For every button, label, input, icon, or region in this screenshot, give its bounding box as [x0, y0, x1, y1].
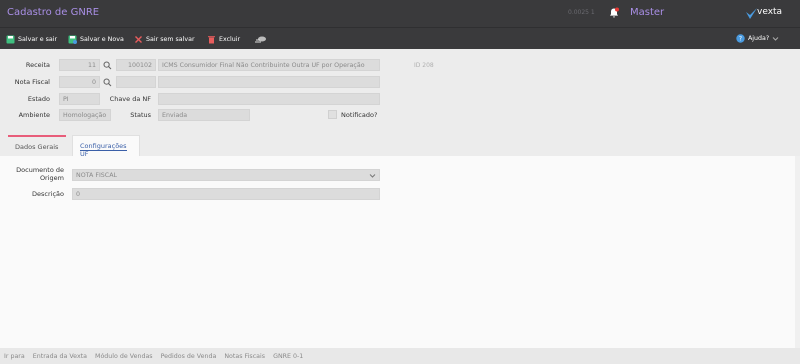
save-new-label: Salvar e Nova — [80, 36, 124, 43]
vexta-logo-text: vexta — [757, 7, 783, 17]
svg-text:?: ? — [739, 36, 742, 43]
search-icon[interactable] — [103, 78, 112, 87]
nota-fiscal-description-field — [158, 76, 380, 88]
estado-field: PI — [59, 93, 100, 105]
documento-origem-label-line1: Documento de — [16, 166, 64, 174]
nota-fiscal-input[interactable]: 0 — [59, 76, 100, 88]
tab-bar: Dados Gerais Configurações UF — [0, 131, 800, 159]
save-icon — [6, 35, 15, 44]
vertical-scrollbar[interactable] — [795, 156, 800, 348]
receita-input[interactable]: 11 — [59, 59, 100, 71]
breadcrumb: Ir para Entrada da Vexta Módulo de Venda… — [0, 348, 800, 364]
search-icon[interactable] — [103, 61, 112, 70]
breadcrumb-item[interactable]: Pedidos de Venda — [161, 353, 217, 360]
breadcrumb-current: GNRE 0-1 — [273, 352, 304, 360]
user-menu[interactable]: Master — [630, 7, 664, 18]
breadcrumb-item[interactable]: Notas Fiscais — [224, 353, 265, 360]
tab-dados-gerais[interactable]: Dados Gerais — [8, 135, 66, 156]
receita-description-field: ICMS Consumidor Final Não Contribuinte O… — [158, 59, 380, 71]
vexta-mark-icon — [746, 8, 757, 19]
help-icon: ? — [736, 34, 745, 43]
help-label: Ajuda? — [748, 35, 770, 42]
action-toolbar: Salvar e sair Salvar e Nova Sair sem sal… — [0, 27, 800, 49]
status-field: Enviada — [158, 109, 250, 121]
nota-fiscal-code-field — [116, 76, 156, 88]
breadcrumb-item[interactable]: Entrada da Vexta — [33, 353, 87, 360]
ambiente-field: Homologação — [59, 109, 111, 121]
save-exit-button[interactable]: Salvar e sair — [6, 34, 57, 45]
help-menu[interactable]: ? Ajuda? — [736, 34, 779, 43]
config-uf-panel — [0, 156, 800, 348]
descricao-label: Descrição — [32, 190, 64, 198]
descricao-input[interactable]: 0 — [72, 188, 380, 200]
chevron-down-icon — [369, 174, 376, 178]
receita-label: Receita — [25, 61, 50, 69]
notificado-checkbox[interactable] — [328, 110, 337, 119]
page-title: Cadastro de GNRE — [7, 7, 100, 18]
tab-dados-gerais-label: Dados Gerais — [15, 143, 59, 151]
tab-configuracoes-uf[interactable]: Configurações UF — [72, 135, 140, 159]
delete-label: Excluir — [219, 36, 241, 43]
breadcrumb-item[interactable]: Módulo de Vendas — [95, 353, 153, 360]
chevron-down-icon — [772, 37, 779, 41]
receita-code-field: 100102 — [116, 59, 156, 71]
session-code: 0.0025 1 — [568, 9, 595, 16]
status-label: Status — [130, 111, 151, 119]
documento-origem-select[interactable]: NOTA FISCAL — [72, 169, 380, 181]
close-icon — [135, 36, 142, 43]
notificado-label: Notificado? — [341, 111, 378, 119]
cloud-send-icon — [255, 36, 266, 43]
chave-nf-label: Chave da NF — [109, 95, 151, 103]
save-exit-label: Salvar e sair — [18, 36, 58, 43]
documento-origem-label: Documento de Origem — [8, 166, 64, 182]
record-id: ID 208 — [414, 62, 434, 69]
top-bar: Cadastro de GNRE 0.0025 1 Master vexta — [0, 0, 800, 27]
delete-button[interactable]: Excluir — [207, 34, 240, 45]
exit-without-save-button[interactable]: Sair sem salvar — [134, 34, 195, 45]
documento-origem-label-line2: Origem — [39, 174, 64, 182]
chave-nf-field — [158, 93, 380, 105]
save-new-icon — [68, 35, 77, 44]
ambiente-label: Ambiente — [18, 111, 50, 119]
breadcrumb-goto[interactable]: Ir para — [4, 353, 25, 360]
trash-icon — [208, 36, 215, 44]
exit-without-save-label: Sair sem salvar — [146, 36, 195, 43]
save-new-button[interactable]: Salvar e Nova — [68, 34, 124, 45]
transmit-button[interactable] — [255, 34, 267, 45]
nota-fiscal-label: Nota Fiscal — [14, 78, 50, 86]
documento-origem-value: NOTA FISCAL — [76, 172, 118, 179]
vexta-logo: vexta — [746, 7, 786, 20]
notification-bell-icon[interactable] — [608, 7, 620, 19]
estado-label: Estado — [27, 95, 50, 103]
